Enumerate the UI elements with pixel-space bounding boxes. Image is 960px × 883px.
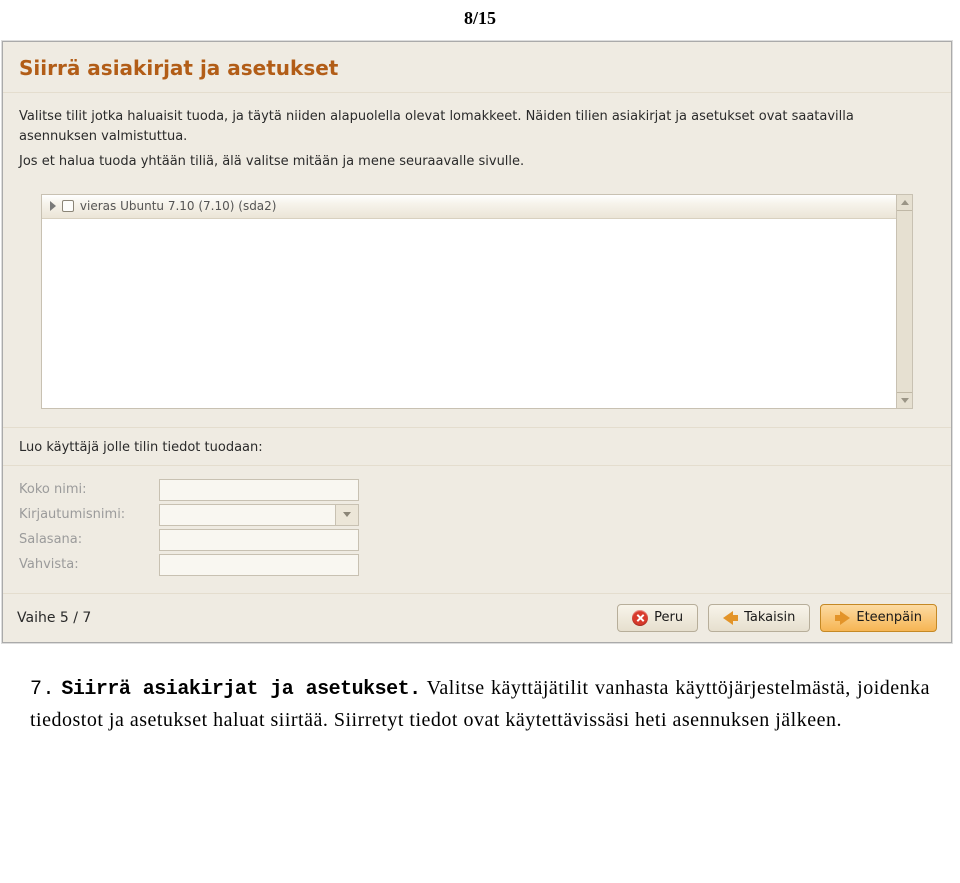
step-label: Vaihe 5 / 7: [17, 610, 607, 626]
account-label: vieras Ubuntu 7.10 (7.10) (sda2): [80, 199, 277, 213]
scroll-down-button[interactable]: [897, 392, 912, 408]
forward-button-label: Eteenpäin: [856, 610, 922, 625]
caption-paragraph: 7. Siirrä asiakirjat ja asetukset. Valit…: [30, 673, 930, 736]
back-button-label: Takaisin: [744, 610, 795, 625]
chevron-down-icon: [901, 398, 909, 403]
back-button[interactable]: Takaisin: [708, 604, 810, 632]
password-label: Salasana:: [19, 532, 159, 547]
fullname-input[interactable]: [159, 479, 359, 501]
caption-lead: Siirrä asiakirjat ja asetukset.: [61, 678, 420, 701]
intro-text-2: Jos et halua tuoda yhtään tiliä, älä val…: [19, 152, 935, 172]
account-row[interactable]: vieras Ubuntu 7.10 (7.10) (sda2): [42, 195, 896, 219]
expand-icon[interactable]: [50, 201, 56, 211]
divider: [3, 465, 951, 466]
scrollbar[interactable]: [897, 194, 913, 409]
cancel-button[interactable]: Peru: [617, 604, 698, 632]
intro-text-1: Valitse tilit jotka haluaisit tuoda, ja …: [19, 107, 935, 146]
password-input[interactable]: [159, 529, 359, 551]
chevron-up-icon: [901, 200, 909, 205]
account-checkbox[interactable]: [62, 200, 74, 212]
installer-title: Siirrä asiakirjat ja asetukset: [3, 42, 951, 86]
forward-button[interactable]: Eteenpäin: [820, 604, 937, 632]
arrow-left-icon: [723, 611, 738, 625]
confirm-label: Vahvista:: [19, 557, 159, 572]
fullname-label: Koko nimi:: [19, 482, 159, 497]
create-user-heading: Luo käyttäjä jolle tilin tiedot tuodaan:: [3, 434, 951, 459]
accounts-listbox[interactable]: vieras Ubuntu 7.10 (7.10) (sda2): [41, 194, 897, 409]
scroll-up-button[interactable]: [897, 195, 912, 211]
close-icon: [632, 610, 648, 626]
arrow-right-icon: [835, 611, 850, 625]
caption-number: 7.: [30, 678, 55, 701]
installer-window: Siirrä asiakirjat ja asetukset Valitse t…: [2, 41, 952, 643]
cancel-button-label: Peru: [654, 610, 683, 625]
page-number: 8/15: [0, 0, 960, 39]
divider: [3, 427, 951, 428]
loginname-dropdown-button[interactable]: [335, 504, 359, 526]
loginname-label: Kirjautumisnimi:: [19, 507, 159, 522]
divider: [3, 92, 951, 93]
confirm-input[interactable]: [159, 554, 359, 576]
loginname-input[interactable]: [159, 504, 335, 526]
chevron-down-icon: [343, 512, 351, 517]
